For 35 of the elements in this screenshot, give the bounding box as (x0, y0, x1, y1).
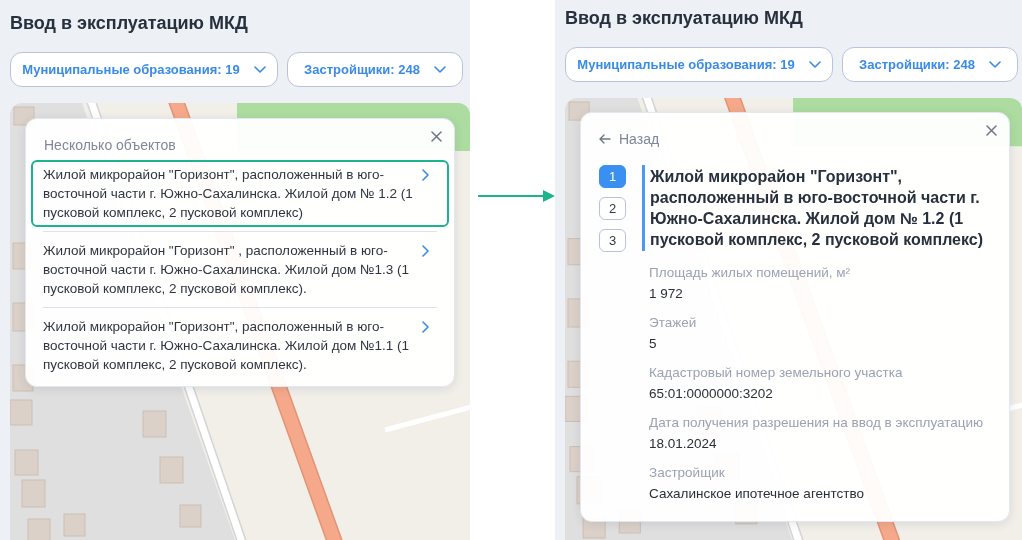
page-title: Ввод в эксплуатацию МКД (565, 7, 804, 30)
field-label: Застройщик (649, 464, 726, 482)
field-value: 1 972 (649, 285, 684, 303)
field-label: Площадь жилых помещений, м² (649, 264, 852, 282)
filter-dropdown[interactable]: Муниципальные образования: 19 (565, 47, 833, 82)
field-value: 5 (649, 335, 658, 353)
filter-dropdown[interactable]: Застройщики: 248 (287, 52, 463, 87)
filter-dropdown[interactable]: Застройщики: 248 (842, 47, 1018, 82)
page-tab[interactable]: 1 (599, 165, 626, 188)
back-button[interactable]: Назад (599, 129, 660, 149)
close-icon[interactable] (431, 131, 442, 142)
field-value: 65:01:0000000:3202 (649, 385, 774, 403)
list-item[interactable]: Жилой микрорайон "Горизонт", расположенный в юго-восточной части г. Южно-Сахалинска. Жилой дом № 1.2 (1 пусковой комплекс, 2 пусковой комплекс) (31, 160, 449, 227)
popup-heading: Несколько объектов (44, 136, 177, 155)
close-icon[interactable] (986, 125, 997, 136)
field-label: Кадастровый номер земельного участка (649, 364, 904, 382)
field-label: Этажей (649, 314, 698, 332)
filter-dropdown[interactable]: Муниципальные образования: 19 (10, 52, 278, 87)
field-value: 18.01.2024 (649, 435, 718, 453)
page-tab[interactable]: 3 (599, 229, 626, 252)
object-title: Жилой микрорайон "Горизонт", расположенный в юго-восточной части г. Южно-Сахалинска. Жилой дом № 1.2 (1 пусковой комплекс, 2 пусковой комплекс) (642, 165, 987, 251)
chevron-right-icon (422, 169, 429, 181)
field-value: Сахалинское ипотечное агентство (649, 485, 865, 503)
chevron-down-icon (808, 61, 821, 68)
page-title: Ввод в эксплуатацию МКД (10, 12, 249, 35)
chevron-right-icon (422, 245, 429, 257)
field-label: Дата получения разрешения на ввод в эксплуатацию (649, 414, 985, 432)
arrow-left-icon (599, 134, 611, 144)
list-item[interactable]: Жилой микрорайон "Горизонт" , расположенный в юго-восточной части г. Южно-Сахалинска. Жилой дом №1.3 (1 пусковой комплекс, 2 пусковой комплекс). (31, 236, 449, 303)
list-item[interactable]: Жилой микрорайон "Горизонт", расположенный в юго-восточной части г. Южно-Сахалинска. Жилой дом №1.1 (1 пусковой комплекс, 2 пусковой комплекс). (31, 312, 449, 379)
chevron-down-icon (988, 61, 1001, 68)
chevron-down-icon (253, 66, 266, 73)
chevron-down-icon (433, 66, 446, 73)
chevron-right-icon (422, 321, 429, 333)
page-tab[interactable]: 2 (599, 197, 626, 220)
